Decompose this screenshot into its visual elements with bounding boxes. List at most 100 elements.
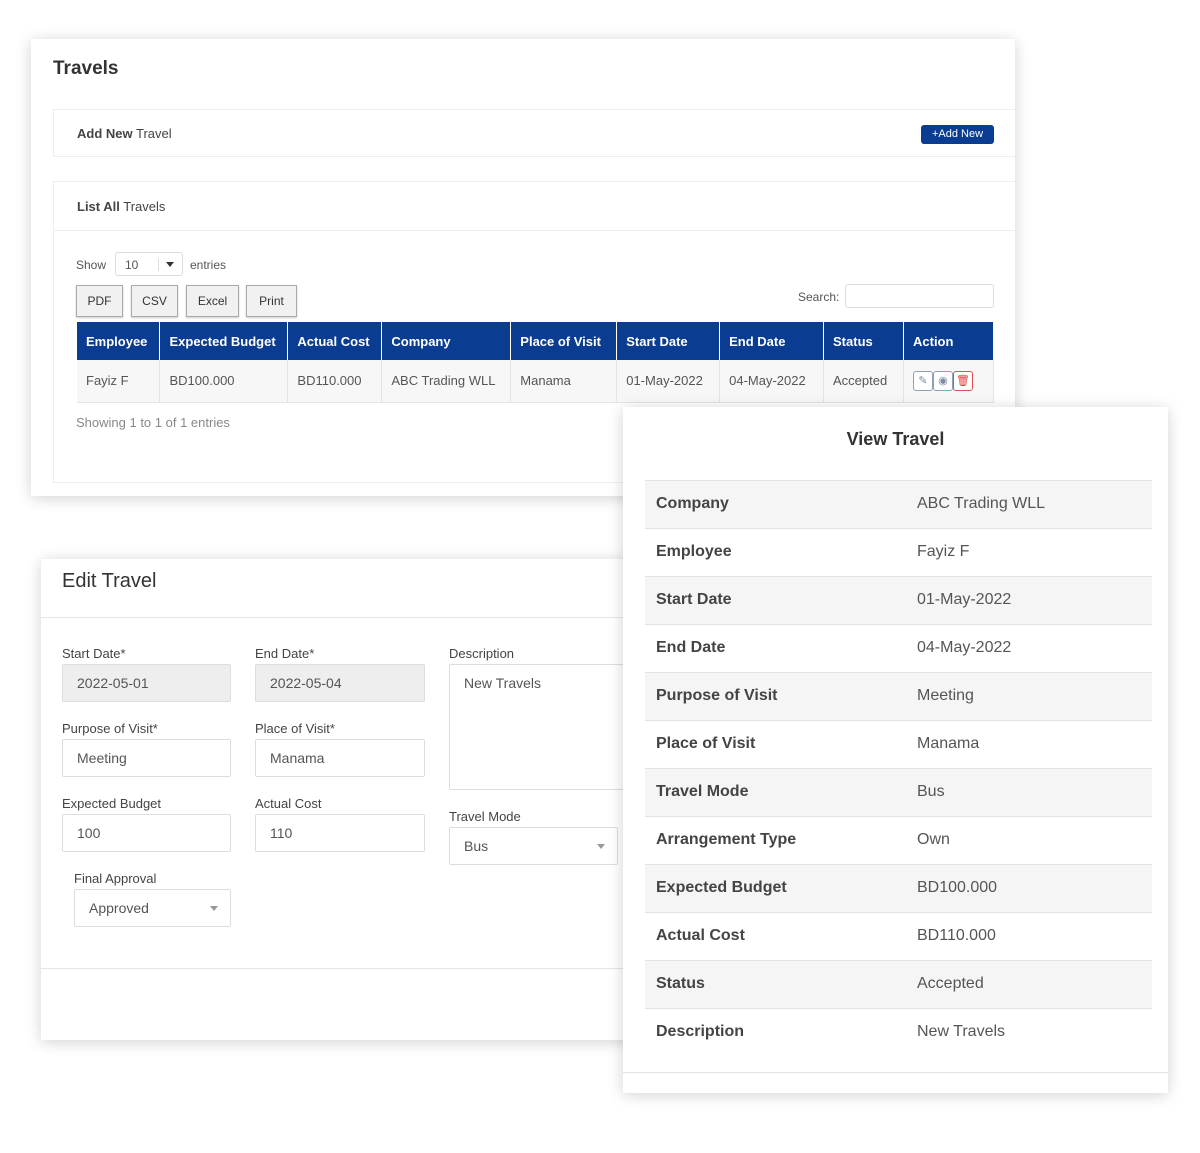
divider — [41, 968, 641, 969]
divider — [41, 617, 641, 618]
expected-budget-label: Expected Budget — [62, 796, 162, 811]
travel-mode-select[interactable]: Bus — [449, 827, 618, 865]
place-label: Place of Visit* — [255, 721, 335, 736]
view-value: Manama — [917, 735, 980, 752]
view-value: Bus — [917, 783, 945, 800]
view-row: Status Accepted — [645, 960, 1152, 1008]
divider — [623, 1072, 1168, 1073]
view-row: Actual Cost BD110.000 — [645, 912, 1152, 960]
final-approval-label: Final Approval — [74, 871, 157, 886]
column-header[interactable]: Employee — [77, 322, 161, 360]
view-label: Status — [656, 975, 705, 992]
edit-icon[interactable]: ✎ — [913, 370, 933, 391]
action-cell: ✎ ◉ 🗑 — [903, 360, 994, 403]
table-cell: Fayiz F — [77, 360, 161, 403]
view-value: ABC Trading WLL — [917, 495, 1046, 512]
view-label: Travel Mode — [656, 783, 749, 800]
view-label: Start Date — [656, 591, 732, 608]
trash-icon[interactable]: 🗑 — [953, 370, 973, 391]
view-row: Purpose of Visit Meeting — [645, 672, 1152, 720]
excel-button[interactable]: Excel — [186, 285, 239, 317]
column-header[interactable]: Status — [823, 322, 904, 360]
view-value: Accepted — [917, 975, 984, 992]
pdf-button[interactable]: PDF — [76, 285, 123, 317]
view-label: Place of Visit — [656, 735, 756, 752]
edit-travel-panel: Edit Travel Start Date* 2022-05-01 End D… — [41, 559, 649, 1040]
edit-title: Edit Travel — [62, 570, 157, 592]
entries-label: entries — [190, 258, 227, 272]
actual-cost-label: Actual Cost — [255, 796, 322, 811]
view-value: New Travels — [917, 1023, 1006, 1040]
view-value: BD110.000 — [917, 927, 996, 944]
view-value: 04-May-2022 — [917, 639, 1012, 656]
view-label: Description — [656, 1023, 745, 1040]
table-info: Showing 1 to 1 of 1 entries — [76, 415, 230, 430]
eye-icon[interactable]: ◉ — [933, 370, 953, 391]
place-input[interactable]: Manama — [255, 739, 425, 777]
add-travel-card: Add New Travel — [53, 109, 1015, 157]
view-row: Place of Visit Manama — [645, 720, 1152, 768]
table-cell: 01-May-2022 — [616, 360, 721, 403]
divider — [54, 230, 1016, 231]
view-value: Fayiz F — [917, 543, 970, 560]
view-row: Employee Fayiz F — [645, 528, 1152, 576]
view-row: Description New Travels — [645, 1008, 1152, 1056]
view-value: 01-May-2022 — [917, 591, 1012, 608]
column-header[interactable]: Company — [381, 322, 512, 360]
chevron-down-icon — [166, 262, 174, 267]
start-date-label: Start Date* — [62, 646, 126, 661]
page-title: Travels — [53, 58, 119, 79]
column-header[interactable]: End Date — [719, 322, 825, 360]
table-row: Fayiz F BD100.000 BD110.000 ABC Trading WLL… — [77, 360, 994, 403]
actual-cost-input[interactable]: 110 — [255, 814, 425, 852]
column-header[interactable]: Start Date — [616, 322, 721, 360]
table-cell: ABC Trading WLL — [381, 360, 512, 403]
page-size-select[interactable]: 10 — [115, 252, 183, 276]
view-label: Employee — [656, 543, 732, 560]
column-header[interactable]: Action — [903, 322, 994, 360]
view-title: View Travel — [846, 429, 945, 449]
column-header[interactable]: Actual Cost — [287, 322, 383, 360]
show-label: Show — [76, 258, 107, 272]
view-row: Arrangement Type Own — [645, 816, 1152, 864]
description-label: Description — [449, 646, 515, 661]
print-button[interactable]: Print — [246, 285, 297, 317]
view-label: Company — [656, 495, 729, 512]
table-cell: Manama — [510, 360, 618, 403]
final-approval-select[interactable]: Approved — [74, 889, 231, 927]
add-new-button[interactable]: +Add New — [921, 125, 994, 144]
chevron-down-icon — [597, 844, 605, 849]
travel-mode-label: Travel Mode — [449, 809, 521, 824]
view-value: BD100.000 — [917, 879, 998, 896]
view-row: Start Date 01-May-2022 — [645, 576, 1152, 624]
view-row: Expected Budget BD100.000 — [645, 864, 1152, 912]
view-label: Arrangement Type — [656, 831, 797, 848]
table-cell: BD100.000 — [159, 360, 289, 403]
end-date-label: End Date* — [255, 646, 315, 661]
travels-table: Employee Expected Budget Actual Cost Compan… — [77, 322, 994, 403]
view-travel-panel: View Travel Company ABC Trading WLL Employ… — [623, 407, 1168, 1093]
view-value: Meeting — [917, 687, 974, 704]
description-textarea[interactable]: New Travels — [449, 664, 649, 790]
view-value: Own — [917, 831, 950, 848]
table-cell: 04-May-2022 — [719, 360, 825, 403]
view-row: End Date 04-May-2022 — [645, 624, 1152, 672]
search-input[interactable] — [845, 284, 994, 308]
start-date-input[interactable]: 2022-05-01 — [62, 664, 231, 702]
search-label: Search: — [798, 290, 840, 304]
card-title: List All — [77, 199, 120, 214]
chevron-down-icon — [210, 906, 218, 911]
view-row: Travel Mode Bus — [645, 768, 1152, 816]
view-label: Actual Cost — [656, 927, 745, 944]
end-date-input[interactable]: 2022-05-04 — [255, 664, 425, 702]
csv-button[interactable]: CSV — [131, 285, 178, 317]
view-label: Purpose of Visit — [656, 687, 778, 704]
view-label: Expected Budget — [656, 879, 787, 896]
expected-budget-input[interactable]: 100 — [62, 814, 231, 852]
purpose-input[interactable]: Meeting — [62, 739, 231, 777]
card-title: Add New — [77, 126, 133, 141]
table-cell: Accepted — [823, 360, 904, 403]
view-label: End Date — [656, 639, 726, 656]
column-header[interactable]: Expected Budget — [159, 322, 289, 360]
column-header[interactable]: Place of Visit — [510, 322, 618, 360]
